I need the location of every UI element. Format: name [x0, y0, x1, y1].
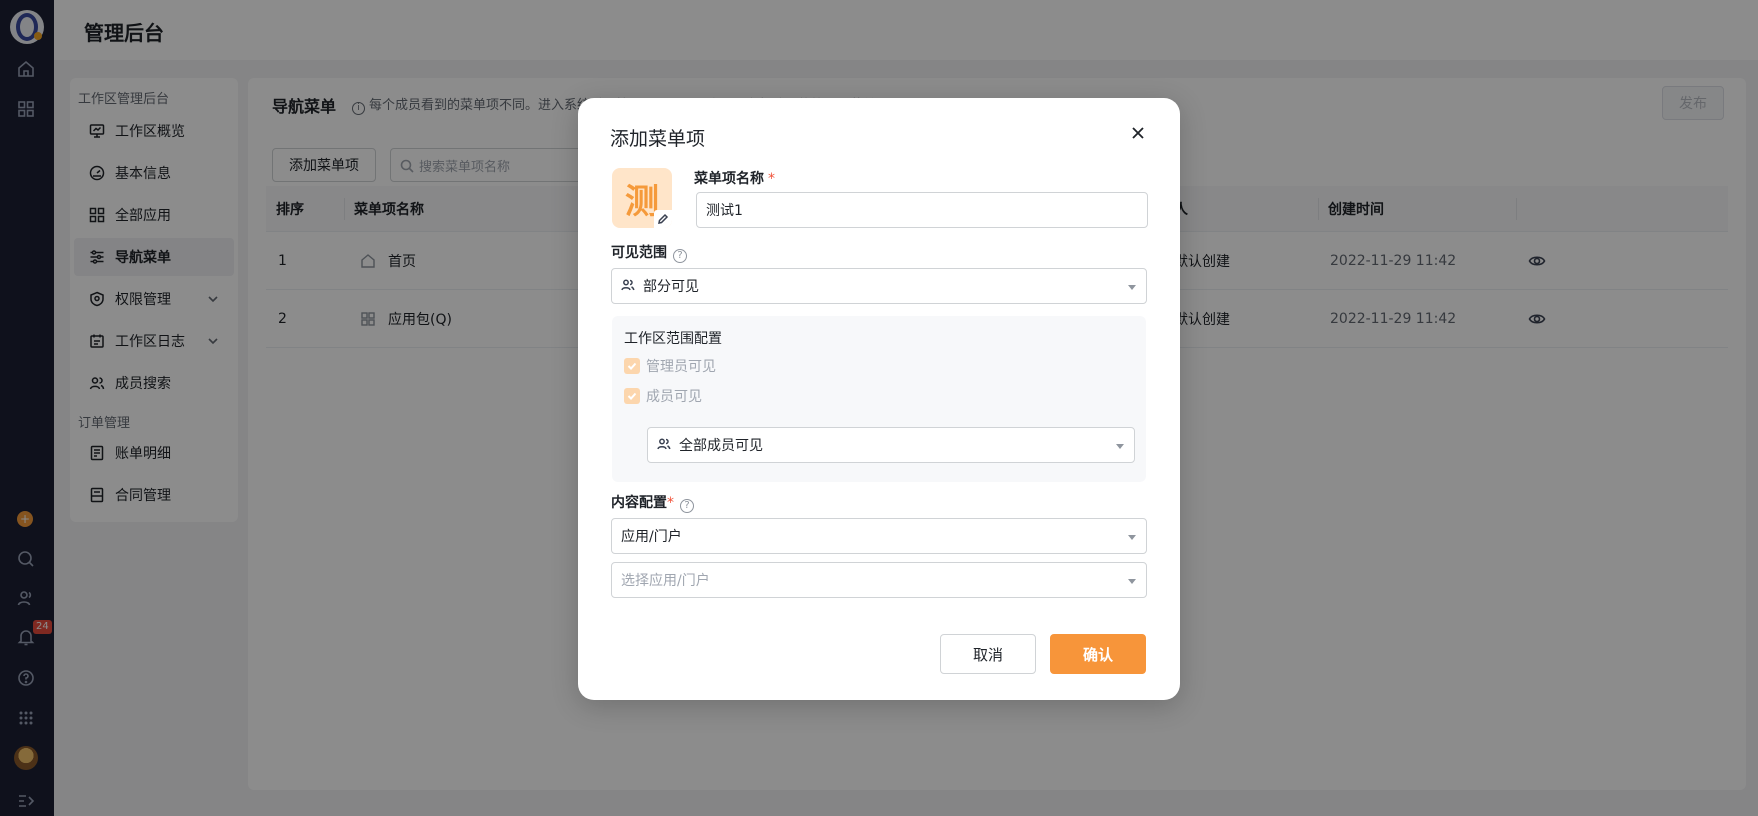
visibility-value: 部分可见	[643, 279, 699, 295]
menu-item-name-field[interactable]: 测试1	[696, 192, 1148, 228]
visibility-label: 可见范围?	[611, 242, 687, 263]
confirm-button[interactable]: 确认	[1050, 634, 1146, 674]
name-label: 菜单项名称 *	[694, 171, 775, 187]
admin-visible-checkbox[interactable]: 管理员可见	[624, 356, 716, 376]
caret-down-icon	[1128, 579, 1136, 584]
member-visible-label: 成员可见	[646, 389, 702, 405]
content-type-value: 应用/门户	[621, 529, 682, 545]
content-app-placeholder: 选择应用/门户	[621, 573, 710, 589]
required-mark: *	[768, 171, 775, 187]
menu-item-icon-picker[interactable]: 测	[612, 168, 672, 228]
admin-visible-label: 管理员可见	[646, 359, 716, 375]
dialog-title: 添加菜单项	[610, 128, 706, 150]
scope-title: 工作区范围配置	[624, 331, 722, 347]
close-icon[interactable]	[1130, 125, 1146, 141]
caret-down-icon	[1116, 444, 1124, 449]
member-scope-value: 全部成员可见	[679, 438, 763, 454]
content-app-select[interactable]: 选择应用/门户	[611, 562, 1147, 598]
cancel-button[interactable]: 取消	[940, 634, 1036, 674]
menu-item-name-value: 测试1	[706, 203, 743, 219]
member-visible-checkbox[interactable]: 成员可见	[624, 386, 702, 406]
users-icon	[621, 278, 637, 294]
check-icon	[624, 358, 640, 374]
caret-down-icon	[1128, 535, 1136, 540]
content-label: 内容配置*?	[611, 492, 694, 513]
add-menu-item-dialog: 添加菜单项 测 菜单项名称 * 测试1 可见范围? 部分可见 工作区范围配置 管理…	[578, 98, 1180, 700]
caret-down-icon	[1128, 285, 1136, 290]
users-icon	[657, 437, 673, 453]
help-icon[interactable]: ?	[673, 249, 687, 263]
check-icon	[624, 388, 640, 404]
help-icon[interactable]: ?	[680, 499, 694, 513]
visibility-select[interactable]: 部分可见	[611, 268, 1147, 304]
member-scope-select[interactable]: 全部成员可见	[647, 427, 1135, 463]
content-type-select[interactable]: 应用/门户	[611, 518, 1147, 554]
edit-icon[interactable]	[654, 210, 672, 228]
required-mark: *	[667, 495, 674, 511]
